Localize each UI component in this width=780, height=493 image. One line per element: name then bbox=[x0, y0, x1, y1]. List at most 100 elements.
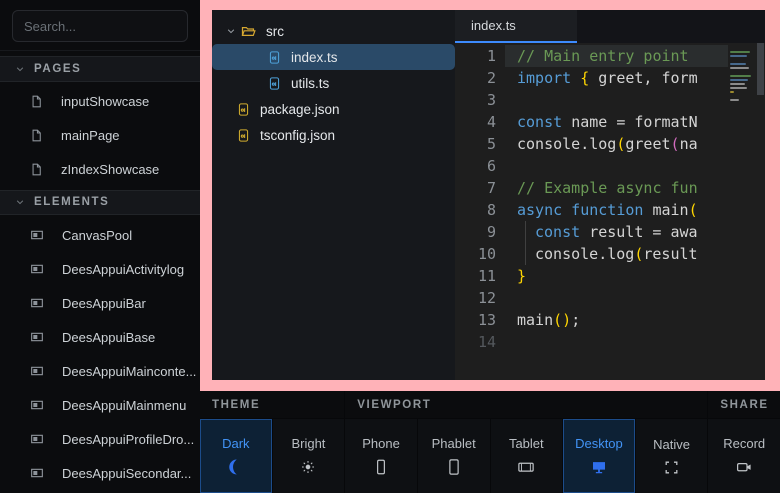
sidebar-item-deesappuiactivitylog[interactable]: DeesAppuiActivitylog bbox=[0, 252, 200, 286]
toolbar-group-label-share: SHARE bbox=[708, 391, 780, 418]
code-token: greet bbox=[625, 135, 670, 153]
code-line: 4 const name = formatN bbox=[455, 111, 728, 133]
sidebar-item-deesappuibase[interactable]: DeesAppuiBase bbox=[0, 320, 200, 354]
button-label: Native bbox=[653, 437, 690, 452]
scrollbar-handle[interactable] bbox=[757, 43, 764, 95]
desktop-icon bbox=[590, 458, 608, 476]
indent-guide bbox=[525, 221, 535, 243]
indent-guide bbox=[525, 243, 535, 265]
json-file-icon bbox=[236, 128, 251, 143]
sidebar-item-deesappuimainmenu[interactable]: DeesAppuiMainmenu bbox=[0, 388, 200, 422]
typescript-file-icon bbox=[267, 50, 282, 65]
code-token: ( bbox=[671, 135, 680, 153]
component-icon bbox=[29, 431, 45, 447]
sidebar-item-mainpage[interactable]: mainPage bbox=[0, 119, 200, 153]
chevron-down-icon bbox=[15, 64, 25, 74]
code-token: result bbox=[643, 245, 697, 263]
tree-row-label: src bbox=[266, 24, 284, 39]
button-label: Phablet bbox=[432, 436, 476, 451]
section-header-pages[interactable]: PAGES bbox=[0, 56, 200, 81]
preview-frame: src index.ts utils.ts bbox=[200, 0, 780, 391]
line-number: 2 bbox=[455, 67, 505, 89]
folder-open-icon bbox=[240, 23, 257, 40]
code-line: 14 bbox=[455, 331, 728, 353]
code-line: 2 import { greet, form bbox=[455, 67, 728, 89]
sidebar-item-label: CanvasPool bbox=[62, 228, 132, 243]
code-token: const bbox=[535, 223, 589, 241]
code-token: // Example async fun bbox=[517, 179, 698, 197]
json-file-icon bbox=[236, 102, 251, 117]
sidebar-item-label: DeesAppuiActivitylog bbox=[62, 262, 184, 277]
toolbar-group-label-viewport: VIEWPORT bbox=[345, 391, 707, 418]
code-line: 8 async function main( bbox=[455, 199, 728, 221]
tree-row-index-ts[interactable]: index.ts bbox=[212, 44, 455, 70]
code-token: result = awa bbox=[589, 223, 697, 241]
code-token: main bbox=[652, 201, 688, 219]
button-label: Bright bbox=[291, 436, 325, 451]
sidebar-item-deesappuiprofiledropdown[interactable]: DeesAppuiProfileDro... bbox=[0, 422, 200, 456]
tree-row-src[interactable]: src bbox=[212, 18, 455, 44]
minimap[interactable] bbox=[728, 43, 756, 380]
tree-row-package-json[interactable]: package.json bbox=[212, 96, 455, 122]
chevron-down-icon bbox=[226, 26, 236, 36]
line-number: 1 bbox=[455, 45, 505, 67]
code-line: 10 console.log(result bbox=[455, 243, 728, 265]
section-header-elements[interactable]: ELEMENTS bbox=[0, 190, 200, 215]
line-number: 9 bbox=[455, 221, 505, 243]
elements-list: CanvasPool DeesAppuiActivitylog DeesAppu… bbox=[0, 215, 200, 493]
code-line: 1 // Main entry point bbox=[455, 45, 728, 67]
code-token: console.log bbox=[535, 245, 634, 263]
line-number: 10 bbox=[455, 243, 505, 265]
bottom-toolbar: THEME VIEWPORT SHARE Dark Bright Phone bbox=[200, 391, 780, 493]
code-line: 12 bbox=[455, 287, 728, 309]
document-icon bbox=[29, 162, 44, 177]
theme-bright-button[interactable]: Bright bbox=[273, 419, 345, 493]
tree-row-utils-ts[interactable]: utils.ts bbox=[212, 70, 455, 96]
line-number: 3 bbox=[455, 89, 505, 111]
tree-row-label: index.ts bbox=[291, 50, 338, 65]
section-label: ELEMENTS bbox=[34, 196, 109, 208]
line-number: 11 bbox=[455, 265, 505, 287]
native-fullscreen-icon bbox=[663, 459, 680, 476]
sidebar-item-canvaspool[interactable]: CanvasPool bbox=[0, 218, 200, 252]
main-area: src index.ts utils.ts bbox=[200, 0, 780, 493]
toolbar-group-label-theme: THEME bbox=[200, 391, 344, 418]
code-token: const bbox=[517, 113, 571, 131]
search-input[interactable] bbox=[12, 10, 188, 42]
code-token: ( bbox=[689, 201, 698, 219]
sidebar-item-deesappuisecondarymenu[interactable]: DeesAppuiSecondar... bbox=[0, 456, 200, 490]
tab-index-ts[interactable]: index.ts bbox=[455, 10, 577, 43]
viewport-desktop-button[interactable]: Desktop bbox=[563, 419, 635, 493]
button-label: Phone bbox=[362, 436, 400, 451]
sidebar: PAGES inputShowcase mainPage zIndexShowc… bbox=[0, 0, 200, 493]
sidebar-item-deesappuibar[interactable]: DeesAppuiBar bbox=[0, 286, 200, 320]
code-token: async function bbox=[517, 201, 652, 219]
component-icon bbox=[29, 363, 45, 379]
sidebar-item-inputshowcase[interactable]: inputShowcase bbox=[0, 85, 200, 119]
document-icon bbox=[29, 128, 44, 143]
viewport-tablet-button[interactable]: Tablet bbox=[491, 419, 563, 493]
scrollbar[interactable] bbox=[756, 43, 765, 380]
sidebar-item-deesappuimaincontent[interactable]: DeesAppuiMainconte... bbox=[0, 354, 200, 388]
app-window: PAGES inputShowcase mainPage zIndexShowc… bbox=[0, 0, 780, 493]
section-label: PAGES bbox=[34, 63, 81, 75]
phone-icon bbox=[372, 458, 390, 476]
code-line: 13 main(); bbox=[455, 309, 728, 331]
sidebar-item-zindexshowcase[interactable]: zIndexShowcase bbox=[0, 153, 200, 187]
sidebar-item-label: DeesAppuiMainconte... bbox=[62, 364, 196, 379]
component-icon bbox=[29, 329, 45, 345]
share-record-button[interactable]: Record bbox=[708, 419, 780, 493]
line-number: 13 bbox=[455, 309, 505, 331]
document-icon bbox=[29, 94, 44, 109]
viewport-phone-button[interactable]: Phone bbox=[345, 419, 417, 493]
viewport-native-button[interactable]: Native bbox=[636, 419, 708, 493]
sun-icon bbox=[299, 458, 317, 476]
code-token: greet, form bbox=[589, 69, 697, 87]
tree-row-tsconfig-json[interactable]: tsconfig.json bbox=[212, 122, 455, 148]
viewport-phablet-button[interactable]: Phablet bbox=[418, 419, 490, 493]
line-number: 8 bbox=[455, 199, 505, 221]
theme-dark-button[interactable]: Dark bbox=[200, 419, 272, 493]
code-line: 3 bbox=[455, 89, 728, 111]
code-area[interactable]: 1 // Main entry point 2 import { greet, … bbox=[455, 43, 765, 380]
component-icon bbox=[29, 465, 45, 481]
